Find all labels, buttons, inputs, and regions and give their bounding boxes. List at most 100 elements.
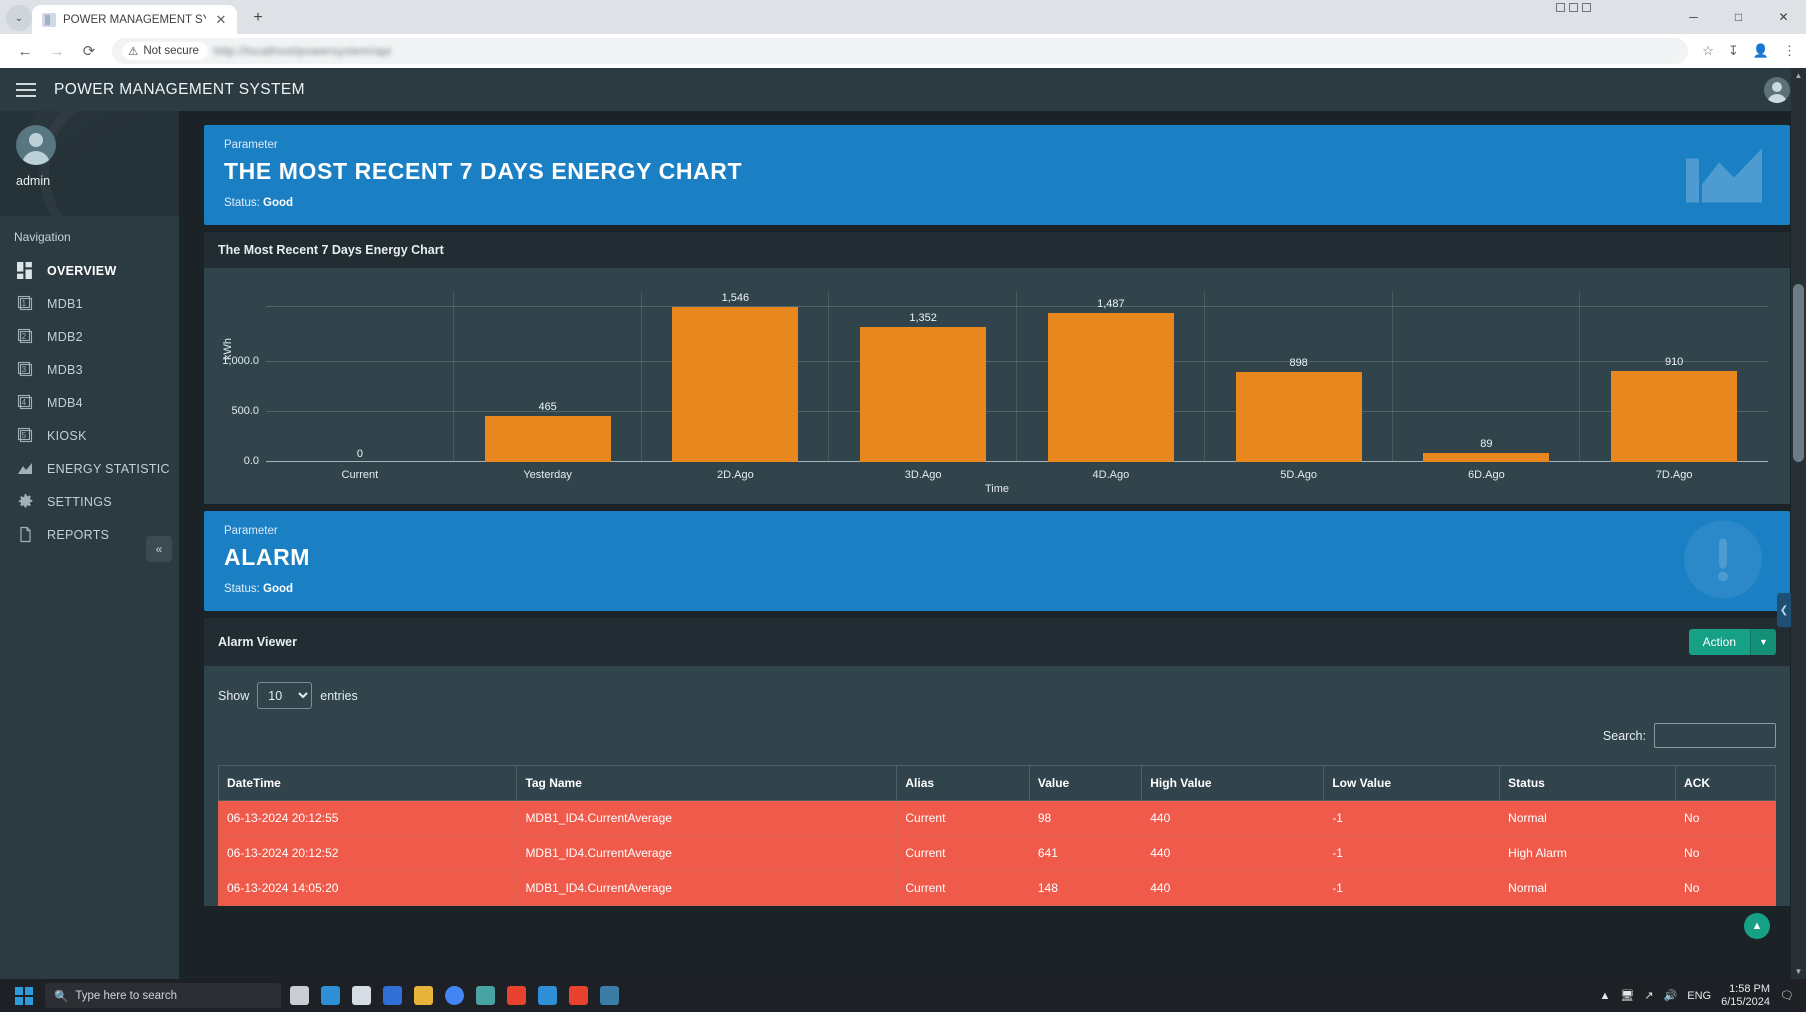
show-hidden-icons-icon[interactable]: ▲ [1599,990,1610,1002]
chart-bar-slot: 9107D.Ago [1580,292,1768,462]
side-drawer-toggle[interactable]: ❮ [1777,593,1791,627]
sidebar-item-mdb4[interactable]: 4 MDB4 [0,386,179,419]
network-icon[interactable]: 🖥 [1620,989,1634,1002]
chart-bar[interactable]: 898 [1236,372,1362,462]
wifi-icon[interactable]: ↗ [1644,989,1653,1002]
three-dot-menu-icon[interactable]: ⋮ [1783,43,1796,59]
energy-chart-panel: The Most Recent 7 Days Energy Chart kWh … [204,232,1790,504]
forward-arrow-icon[interactable]: → [42,36,72,66]
browser-tab[interactable]: POWER MANAGEMENT SYSTEM ✕ [32,5,237,34]
store-icon[interactable] [346,981,377,1011]
table-column-header[interactable]: Value [1029,766,1141,801]
volume-icon[interactable]: 🔊 [1664,989,1678,1002]
address-bar[interactable]: ⚠ Not secure http://localhost/powersyste… [112,38,1688,64]
chart-bar[interactable]: 910 [1611,371,1737,462]
reload-icon[interactable]: ⟳ [74,36,104,66]
notifications-icon[interactable]: 🗨 [1780,989,1794,1002]
banner-status: Status: Good [224,197,1770,209]
table-column-header[interactable]: DateTime [219,766,517,801]
file-explorer-icon[interactable] [408,981,439,1011]
back-arrow-icon[interactable]: ← [10,36,40,66]
page-viewport: POWER MANAGEMENT SYSTEM admin Navigation… [0,68,1806,979]
download-icon[interactable]: ↧ [1728,43,1739,59]
sidebar-item-energy-statistic[interactable]: ENERGY STATISTIC [0,452,179,485]
chart-x-tick-label: 2D.Ago [717,469,754,481]
page-scrollbar[interactable]: ▲ ▼ [1791,111,1806,979]
entries-control: Show 102550100 entries [218,682,1776,709]
action-button[interactable]: Action [1689,629,1750,655]
chart-bar[interactable]: 1,352 [860,327,986,462]
not-secure-badge[interactable]: ⚠ Not secure [122,42,208,60]
taskbar-clock[interactable]: 1:58 PM 6/15/2024 [1721,983,1770,1008]
table-row[interactable]: 06-13-2024 20:12:52MDB1_ID4.CurrentAvera… [219,836,1776,871]
sidebar-item-mdb2[interactable]: 2 MDB2 [0,320,179,353]
scrollbar-thumb[interactable] [1793,284,1804,462]
document-icon [16,525,35,544]
minimize-button[interactable]: ─ [1671,0,1716,34]
window-layout-icon[interactable] [1556,3,1591,12]
energy-bar-chart: kWh 0.0500.01,000.00Current465Yesterday1… [214,282,1780,498]
mail-icon[interactable] [377,981,408,1011]
scada-app-icon[interactable] [501,981,532,1011]
chart-bar-slot: 0Current [266,292,454,462]
scroll-down-icon[interactable]: ▼ [1791,964,1806,979]
task-view-icon[interactable] [284,981,315,1011]
sidebar-item-kiosk[interactable]: 5 KIOSK [0,419,179,452]
table-cell: No [1676,836,1776,871]
chart-bar-value-label: 898 [1289,357,1307,369]
banner-parameter-label: Parameter [224,525,1770,537]
panel-1-icon: 1 [16,294,35,313]
show-label: Show [218,689,249,703]
profile-icon[interactable]: 👤 [1753,43,1769,59]
table-row[interactable]: 06-13-2024 20:12:55MDB1_ID4.CurrentAvera… [219,801,1776,836]
windows-start-icon[interactable] [6,981,42,1011]
edge-browser-icon[interactable] [315,981,346,1011]
chart-bar-value-label: 465 [538,401,556,413]
sidebar-collapse-button[interactable]: « [146,536,172,562]
table-column-header[interactable]: High Value [1142,766,1324,801]
remote-desktop-icon[interactable] [594,981,625,1011]
chart-bar-value-label: 89 [1480,438,1492,450]
tab-search-chevron-icon[interactable]: ⌄ [6,5,32,31]
chart-x-tick-label: 5D.Ago [1280,469,1317,481]
table-column-header[interactable]: Status [1500,766,1676,801]
chrome-icon[interactable] [439,981,470,1011]
table-column-header[interactable]: ACK [1676,766,1776,801]
browser2-icon[interactable] [532,981,563,1011]
warning-triangle-icon: ⚠ [128,44,138,58]
tab-close-icon[interactable]: ✕ [213,12,229,28]
table-column-header[interactable]: Low Value [1324,766,1500,801]
account-avatar-icon[interactable] [1764,77,1790,103]
scada-app2-icon[interactable] [563,981,594,1011]
star-icon[interactable]: ☆ [1702,43,1714,59]
table-cell: 06-13-2024 14:05:20 [219,871,517,906]
table-cell: 440 [1142,836,1324,871]
sidebar-item-mdb3[interactable]: 3 MDB3 [0,353,179,386]
new-tab-button[interactable]: + [245,5,271,31]
hamburger-menu-icon[interactable] [16,83,36,97]
chart-bar-slot: 896D.Ago [1393,292,1581,462]
table-row[interactable]: 06-13-2024 14:05:20MDB1_ID4.CurrentAvera… [219,871,1776,906]
back-to-top-button[interactable]: ▲ [1744,913,1770,939]
chart-bar[interactable]: 1,546 [672,307,798,462]
close-window-button[interactable]: ✕ [1761,0,1806,34]
entries-select[interactable]: 102550100 [257,682,312,709]
table-column-header[interactable]: Tag Name [517,766,897,801]
search-icon: 🔍 [54,989,68,1003]
chart-bar[interactable]: 465 [485,416,611,463]
taskbar-search-placeholder: Type here to search [75,990,177,1002]
chart-bars: 0Current465Yesterday1,5462D.Ago1,3523D.A… [266,292,1768,462]
maximize-button[interactable]: □ [1716,0,1761,34]
chevron-down-icon[interactable]: ▼ [1750,629,1776,655]
office-icon[interactable] [470,981,501,1011]
sidebar-item-mdb1[interactable]: 1 MDB1 [0,287,179,320]
table-column-header[interactable]: Alias [897,766,1029,801]
chart-bar[interactable]: 1,487 [1048,313,1174,462]
search-input[interactable] [1654,723,1776,748]
sidebar-item-overview[interactable]: OVERVIEW [0,254,179,287]
language-indicator[interactable]: ENG [1687,990,1711,1002]
table-cell: High Alarm [1500,836,1676,871]
chart-bar[interactable]: 89 [1423,453,1549,462]
taskbar-search[interactable]: 🔍 Type here to search [45,983,281,1008]
sidebar-item-settings[interactable]: SETTINGS [0,485,179,518]
